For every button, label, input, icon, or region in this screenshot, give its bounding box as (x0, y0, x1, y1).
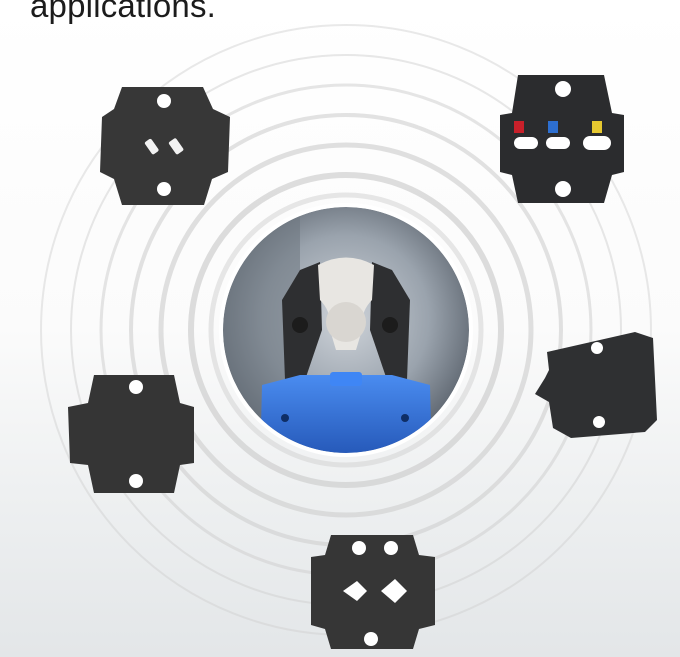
die-mid-right (535, 332, 657, 438)
die-bottom (311, 535, 435, 649)
die-mid-left (68, 375, 194, 493)
die-top-left (100, 87, 230, 205)
die-top-right (500, 75, 624, 203)
product-illustration (40, 24, 657, 649)
